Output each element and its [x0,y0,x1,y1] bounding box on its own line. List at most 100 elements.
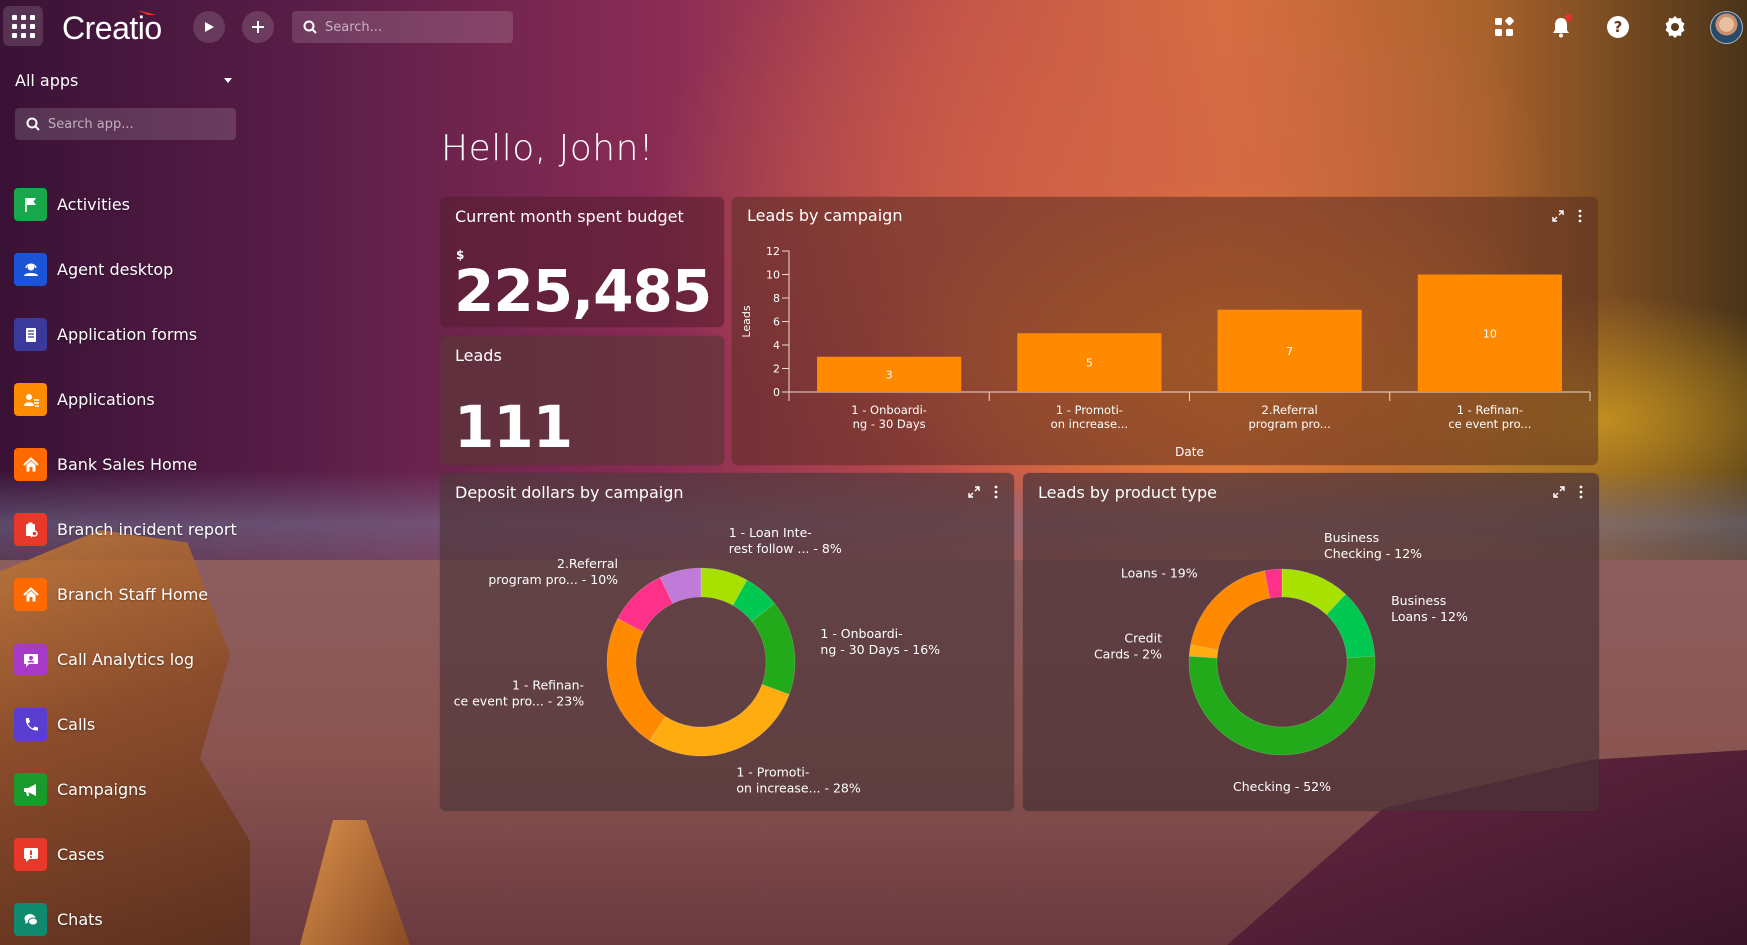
plus-icon [252,21,264,33]
bar-value-label: 10 [1483,327,1497,340]
slice-label: ng - 30 Days - 16% [820,642,940,657]
app-filter-label: All apps [15,70,79,90]
budget-value: 225,485 [454,257,712,325]
help-button[interactable]: ? [1605,12,1631,42]
donut-chart: 1 - Loan Inte-rest follow ... - 8% 1 - On… [454,525,941,796]
clipboard-search-icon [25,522,38,537]
donut-slice[interactable] [1190,570,1271,651]
app-label: Cases [57,844,105,864]
budget-widget[interactable]: Current month spent budget $ 225,485 [440,197,724,327]
app-tile [14,903,47,936]
y-tick-label: 10 [766,269,780,282]
slice-label: ce event pro... - 23% [454,694,585,709]
sidebar-app-item[interactable]: Campaigns [14,757,237,822]
app-label: Branch incident report [57,519,237,539]
x-tick-label: 1 - Refinan- [1457,403,1523,417]
app-label: Campaigns [57,779,147,799]
sidebar-app-item[interactable]: Agent desktop [14,237,237,302]
leads-value: 111 [454,393,573,461]
app-tile [14,578,47,611]
home-icon [22,456,39,471]
app-tile [14,188,47,221]
agent-icon [23,263,38,276]
donut-slice[interactable] [606,618,666,742]
app-label: Branch Staff Home [57,584,209,604]
greeting: Hello, John! [441,128,654,169]
notification-badge [1565,14,1572,21]
play-icon [205,22,214,32]
sidebar-app-item[interactable]: Call Analytics log [14,627,237,692]
run-process-button[interactable] [193,11,225,43]
app-label: Chats [57,909,103,929]
slice-label: on increase... - 28% [736,781,861,796]
sidebar-app-item[interactable]: Bank Sales Home [14,432,237,497]
slice-label: Business [1324,530,1379,545]
settings-button[interactable] [1662,12,1688,42]
slice-label: 1 - Loan Inte- [729,525,812,540]
x-tick-label: 1 - Promoti- [1056,403,1123,417]
slice-label: program pro... - 10% [488,572,618,587]
app-label: Applications [57,389,155,409]
create-button[interactable] [242,11,274,43]
slice-label: Loans - 12% [1391,609,1468,624]
app-hub-button[interactable] [1491,12,1517,42]
x-tick-label: on increase... [1051,417,1128,431]
app-search-input[interactable] [48,116,218,132]
donut-chart: BusinessChecking - 12%BusinessLoans - 12… [1094,530,1468,794]
x-tick-label: 2.Referral [1262,403,1318,417]
widgets-icon [1495,17,1514,36]
app-tile [14,253,47,286]
app-label: Call Analytics log [57,649,195,669]
app-label: Bank Sales Home [57,454,198,474]
leads-title: Leads [455,346,502,365]
sidebar-app-item[interactable]: Applications [14,367,237,432]
sidebar-app-item[interactable]: Activities [14,172,237,237]
app-launcher-button[interactable] [3,6,43,46]
y-tick-label: 8 [773,292,780,305]
gear-icon [1665,16,1685,38]
sidebar-app-item[interactable]: Calls [14,692,237,757]
app-tile [14,708,47,741]
help-icon: ? [1607,16,1629,38]
user-avatar[interactable] [1710,11,1743,44]
slice-label: 2.Referral [557,556,618,571]
slice-label: 1 - Promoti- [736,765,809,780]
donut-slice[interactable] [751,602,796,695]
bar-value-label: 3 [886,368,893,381]
app-tile [14,838,47,871]
sidebar-app-item[interactable]: Cases [14,822,237,887]
slice-label: Cards - 2% [1094,646,1162,661]
x-axis-label: Date [1175,445,1204,459]
y-tick-label: 0 [773,386,780,399]
leads-by-product-widget: Leads by product type Business Checking -… [1023,473,1599,811]
global-search[interactable] [292,11,513,43]
app-tile [14,448,47,481]
app-filter-dropdown[interactable]: All apps [15,68,235,92]
donut-slice[interactable] [649,684,790,757]
app-search[interactable] [15,108,236,140]
leads-widget[interactable]: Leads 111 [440,336,724,465]
slice-label: Credit [1124,630,1162,645]
slice-label: 1 - Refinan- [512,678,584,693]
alert-message-icon [23,847,38,862]
sidebar: All apps Activities Agent desktop Applicat… [0,54,250,945]
sidebar-app-item[interactable]: Chats [14,887,237,945]
global-search-input[interactable] [325,19,495,35]
sidebar-app-item[interactable]: Application forms [14,302,237,367]
donut-slice[interactable] [1188,655,1376,756]
home-icon [22,586,39,601]
app-tile [14,513,47,546]
y-tick-label: 12 [766,245,780,258]
caret-down-icon [224,77,232,83]
sidebar-app-item[interactable]: Branch Staff Home [14,562,237,627]
top-bar: Creatio ? [0,0,1747,54]
slice-label: rest follow ... - 8% [729,541,842,556]
megaphone-icon [23,783,36,796]
flag-icon [24,197,36,212]
sidebar-app-item[interactable]: Branch incident report [14,497,237,562]
contact-card-icon [23,653,38,667]
leads-by-campaign-widget: Leads by campaign 0 2 4 6 8 10 12 Leads 3 1 - Onb… [732,197,1598,465]
chat-icon [24,913,38,925]
notifications-button[interactable] [1548,12,1574,42]
app-tile [14,643,47,676]
